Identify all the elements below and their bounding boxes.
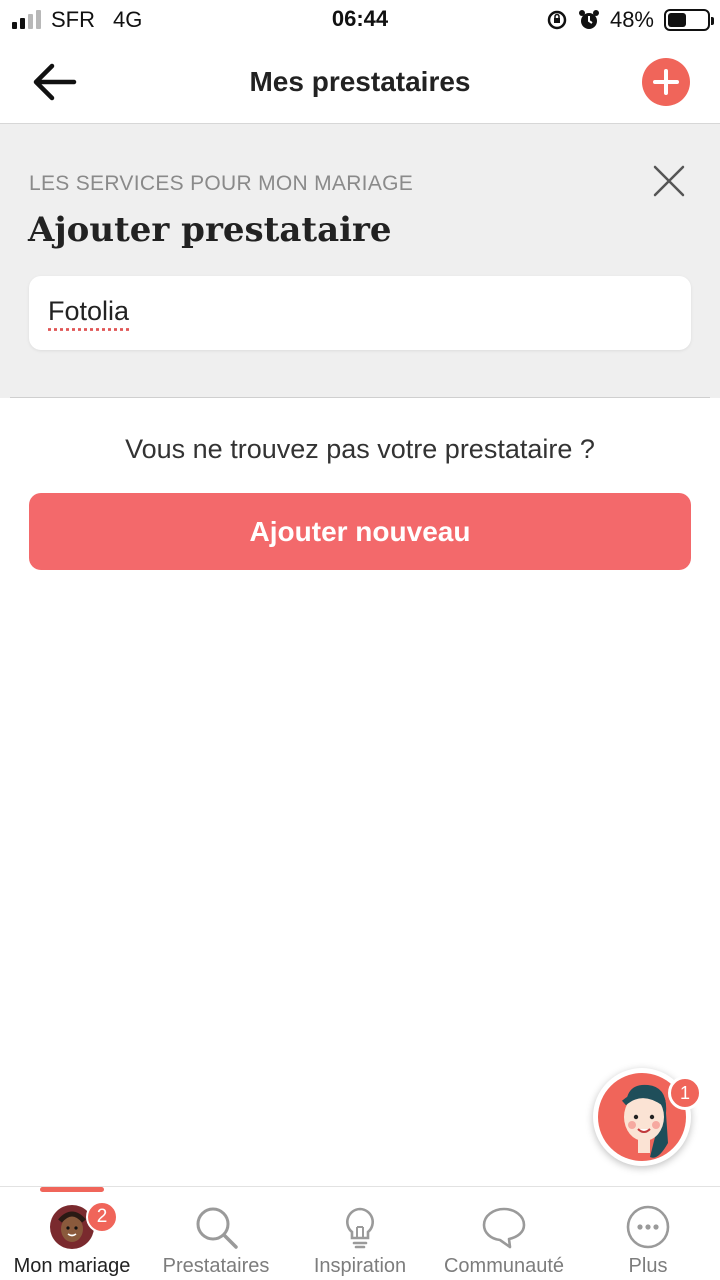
alarm-icon bbox=[578, 9, 600, 31]
active-tab-indicator bbox=[40, 1187, 104, 1192]
add-button[interactable] bbox=[642, 58, 690, 106]
tab-prestataires[interactable]: Prestataires bbox=[144, 1199, 288, 1280]
divider bbox=[10, 397, 710, 398]
battery-percent: 48% bbox=[610, 7, 654, 33]
tab-label: Inspiration bbox=[288, 1255, 432, 1278]
page-title: Mes prestataires bbox=[0, 66, 720, 98]
tab-label: Plus bbox=[576, 1255, 720, 1278]
close-icon[interactable] bbox=[652, 164, 686, 198]
lightbulb-icon bbox=[336, 1203, 384, 1251]
nav-bar: Mes prestataires bbox=[0, 40, 720, 124]
battery-fill bbox=[668, 13, 686, 27]
panel-title: Ajouter prestataire bbox=[28, 210, 392, 250]
assistant-badge: 1 bbox=[668, 1076, 702, 1110]
status-right: 48% bbox=[546, 6, 710, 34]
search-input[interactable]: Fotolia bbox=[29, 276, 691, 350]
tab-bar: 2 Mon mariage Prestataires Inspiration C… bbox=[0, 1186, 720, 1280]
not-found-text: Vous ne trouvez pas votre prestataire ? bbox=[0, 434, 720, 465]
tab-plus[interactable]: Plus bbox=[576, 1199, 720, 1280]
battery-icon bbox=[664, 9, 710, 31]
tab-label: Prestataires bbox=[144, 1255, 288, 1278]
tab-inspiration[interactable]: Inspiration bbox=[288, 1199, 432, 1280]
rotation-lock-icon bbox=[546, 9, 568, 31]
tab-label: Mon mariage bbox=[0, 1255, 144, 1278]
chat-bubble-icon bbox=[480, 1203, 528, 1251]
search-input-value: Fotolia bbox=[48, 296, 129, 327]
tab-label: Communauté bbox=[432, 1255, 576, 1278]
add-vendor-panel: LES SERVICES POUR MON MARIAGE Ajouter pr… bbox=[0, 124, 720, 398]
tab-communaute[interactable]: Communauté bbox=[432, 1199, 576, 1280]
panel-kicker: LES SERVICES POUR MON MARIAGE bbox=[29, 172, 413, 196]
plus-icon bbox=[642, 58, 690, 106]
add-new-button[interactable]: Ajouter nouveau bbox=[29, 493, 691, 570]
tab-badge: 2 bbox=[86, 1201, 118, 1233]
tab-mon-mariage[interactable]: 2 Mon mariage bbox=[0, 1199, 144, 1280]
status-bar: SFR 4G 06:44 48% bbox=[0, 0, 720, 40]
more-icon bbox=[624, 1203, 672, 1251]
search-icon bbox=[192, 1203, 240, 1251]
